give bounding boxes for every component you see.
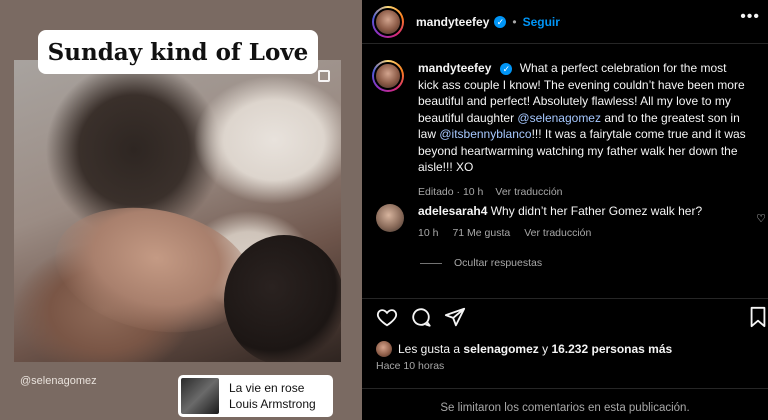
mention-link[interactable]: @itsbennyblanco [439, 127, 531, 141]
comment: adelesarah4 Why didn’t her Father Gomez … [376, 204, 768, 239]
comment-like-icon[interactable]: ♡ [756, 212, 766, 225]
caption-overlay: Sunday kind of Love [38, 30, 318, 74]
likes-middle: y [542, 342, 549, 356]
square-icon [318, 70, 330, 82]
separator: • [512, 15, 517, 29]
commenter-username[interactable]: adelesarah4 [418, 204, 487, 218]
header-divider [362, 43, 768, 44]
author-avatar[interactable] [372, 6, 404, 38]
see-translation-link[interactable]: Ver traducción [495, 184, 562, 201]
liker-username[interactable]: selenagomez [463, 342, 538, 356]
comments-limited-notice: Se limitaron los comentarios en esta pub… [440, 402, 690, 414]
verified-icon: ✓ [494, 16, 507, 28]
caption-author-avatar[interactable] [372, 60, 404, 92]
edited-time: Editado · 10 h [418, 185, 484, 198]
reply-preview-cutoff [422, 290, 742, 296]
post-caption: mandyteefey ✓ What a perfect celebration … [372, 60, 758, 200]
post-header: mandyteefey ✓ • Seguir [372, 5, 768, 39]
post-photo[interactable] [14, 60, 341, 362]
share-icon[interactable] [444, 306, 466, 328]
comment-text: Why didn’t her Father Gomez walk her? [490, 204, 703, 218]
comment-translate-link[interactable]: Ver traducción [524, 227, 591, 239]
album-cover [181, 378, 219, 414]
caption-username[interactable]: mandyteefey [418, 61, 491, 75]
liker-avatar [376, 341, 392, 357]
photo-subject-hair [224, 235, 341, 362]
verified-icon: ✓ [500, 62, 513, 75]
post-time[interactable]: Hace 10 horas [376, 360, 444, 372]
more-horizontal-icon[interactable]: ••• [740, 8, 760, 26]
comment-likes[interactable]: 71 Me gusta [452, 227, 510, 239]
like-heart-icon[interactable] [376, 306, 398, 328]
song-title: La vie en rose [229, 381, 305, 395]
post-sidebar: mandyteefey ✓ • Seguir ••• mandyteefey ✓ … [362, 0, 768, 420]
hide-replies-button[interactable]: Ocultar respuestas [420, 257, 542, 269]
action-bar [376, 306, 768, 328]
likes-count[interactable]: 16.232 personas más [551, 342, 672, 356]
tagged-user[interactable]: @selenagomez [20, 375, 97, 387]
song-artist: Louis Armstrong [229, 397, 316, 411]
author-username[interactable]: mandyteefey [416, 15, 489, 29]
comment-time: 10 h [418, 227, 439, 239]
hide-replies-label: Ocultar respuestas [454, 257, 543, 269]
commenter-avatar[interactable] [376, 204, 404, 232]
footer-divider [362, 388, 768, 389]
mention-link[interactable]: @selenagomez [517, 111, 601, 125]
music-sticker[interactable]: La vie en rose Louis Armstrong [178, 375, 333, 417]
post-media[interactable]: Sunday kind of Love @selenagomez La vie … [0, 0, 362, 420]
comment-icon[interactable] [410, 306, 432, 328]
follow-button[interactable]: Seguir [523, 15, 560, 29]
likes-summary[interactable]: Les gusta a selenagomez y 16.232 persona… [376, 341, 672, 357]
actions-divider [362, 298, 768, 299]
replies-line [420, 262, 442, 264]
likes-prefix: Les gusta a [398, 342, 461, 356]
save-bookmark-icon[interactable] [748, 306, 768, 328]
